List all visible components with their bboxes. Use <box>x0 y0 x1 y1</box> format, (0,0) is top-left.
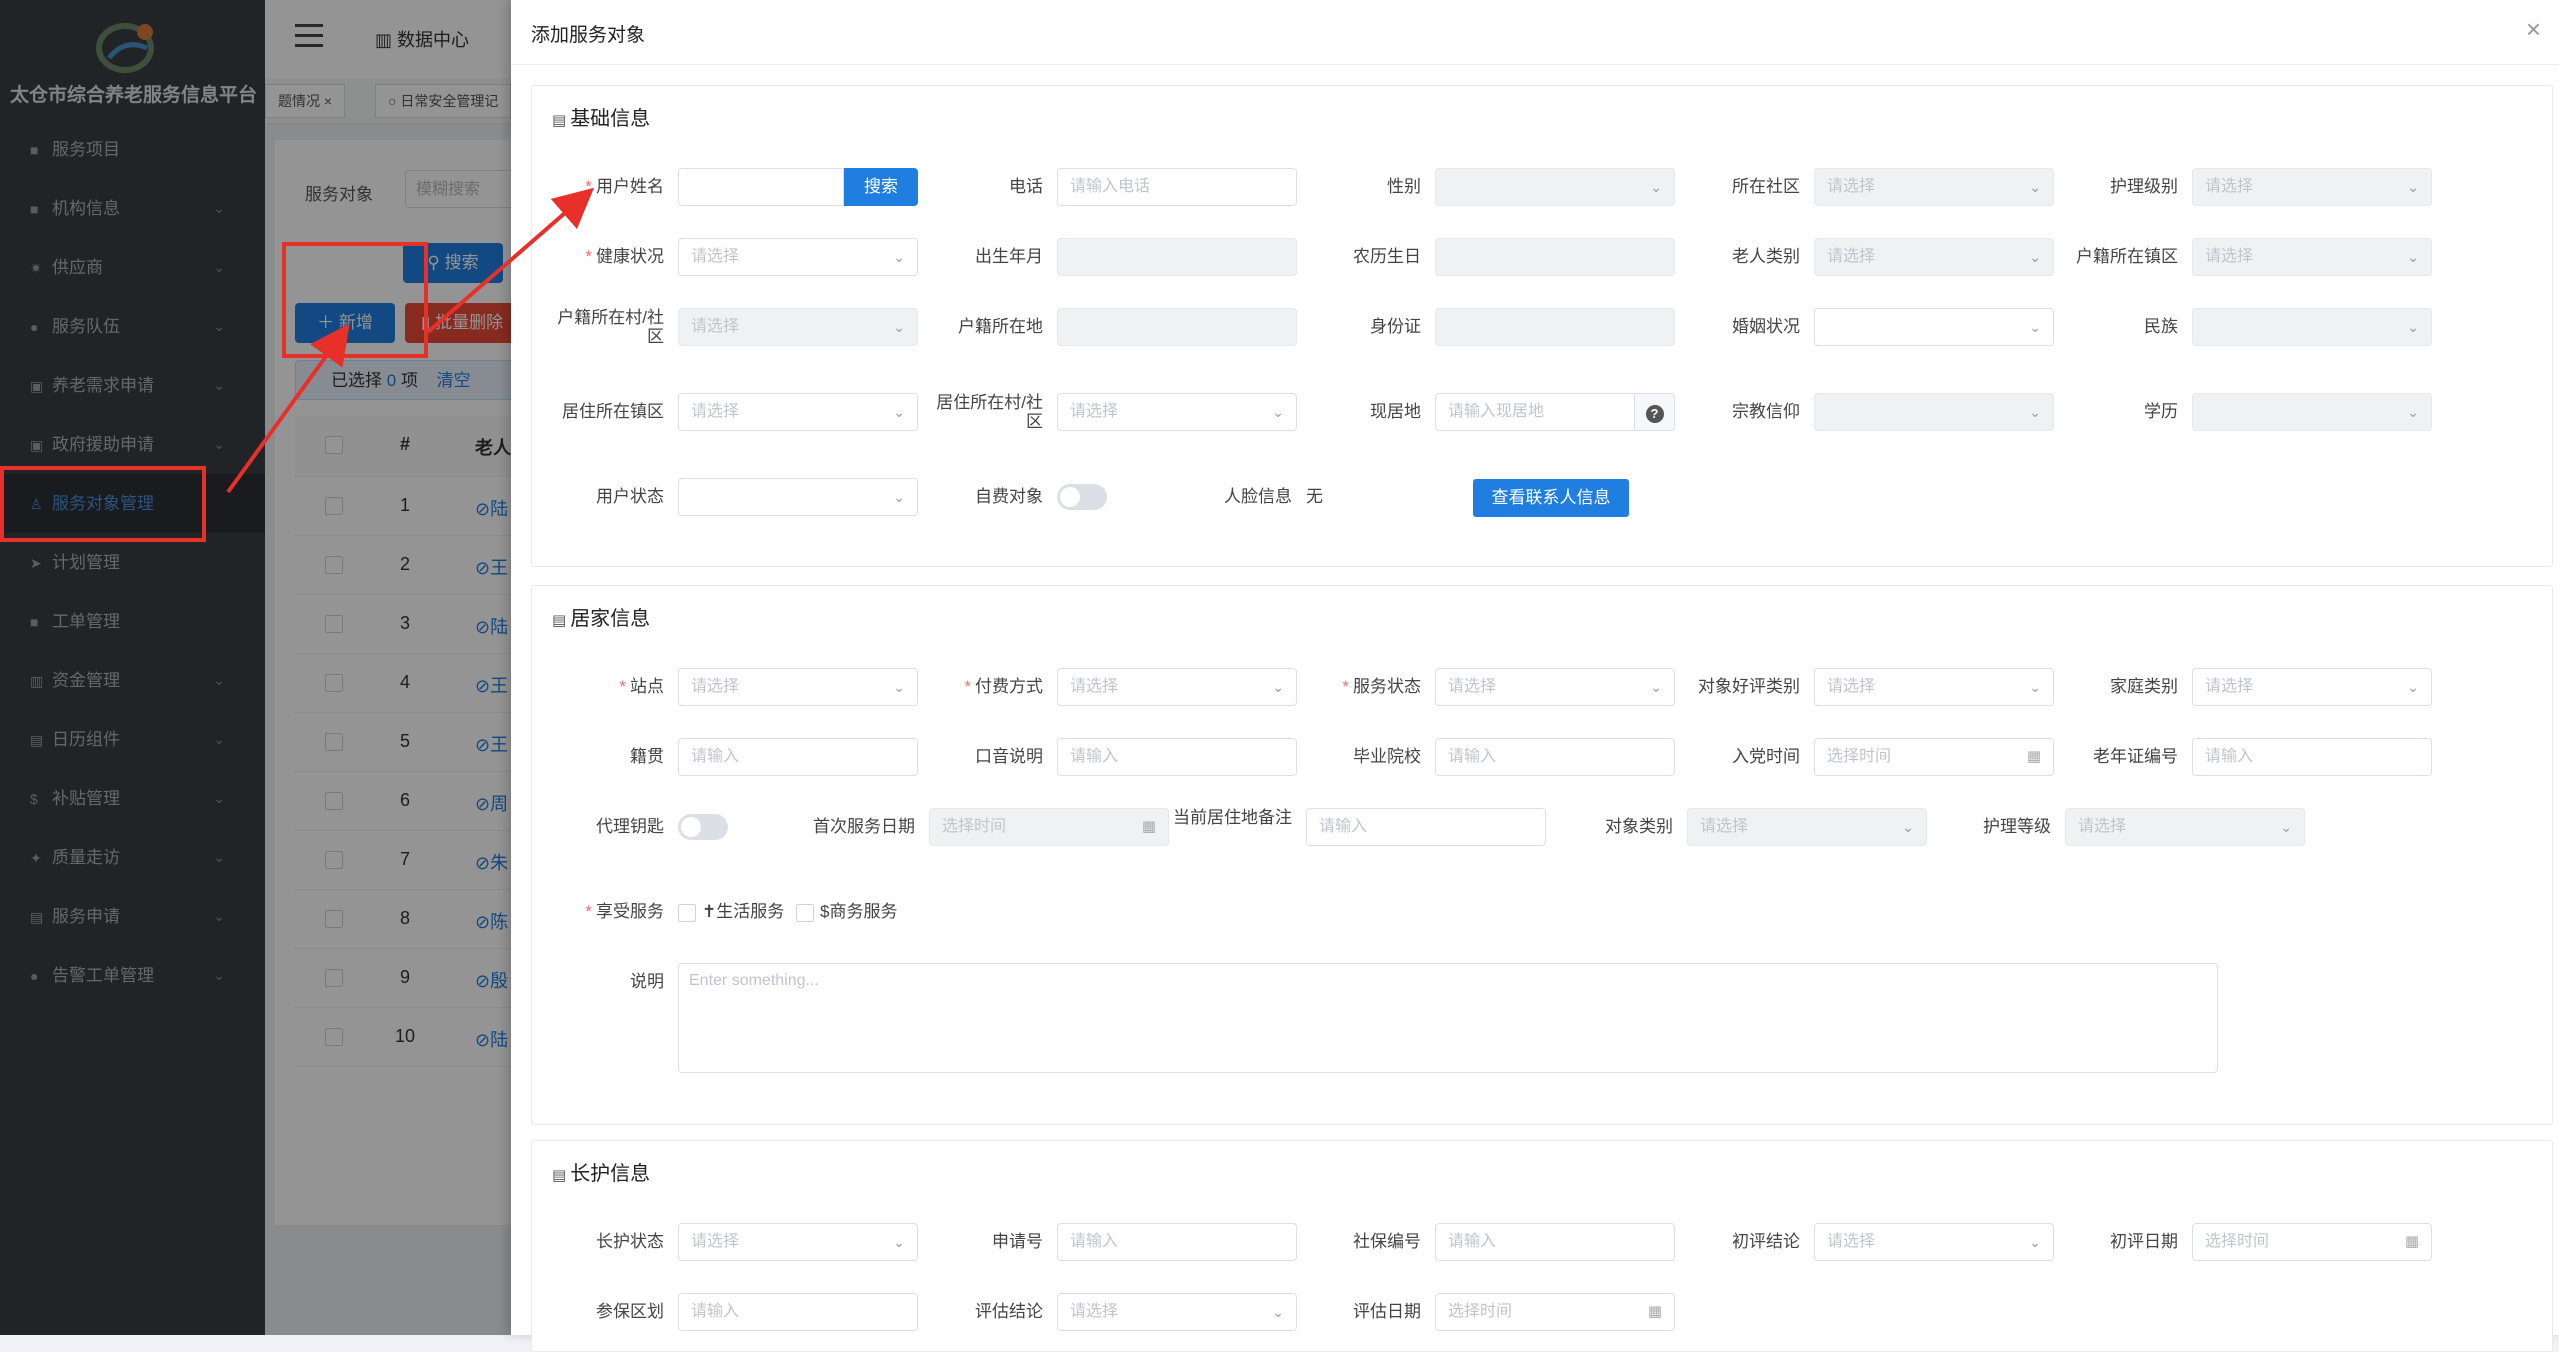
phone-input[interactable]: 请输入电话 <box>1057 168 1297 206</box>
lunar-birthday-input[interactable] <box>1435 238 1675 276</box>
ltc-status-select[interactable]: 请选择 ⌄ <box>678 1223 918 1261</box>
home-info-card: ▤ 居家信息 * 站点 请选择 ⌄ * 付费方式 请选择 ⌄ * 服务状态 请选择 ⌄ 对象好… <box>531 585 2553 1125</box>
hukou-town-select[interactable]: 请选择 ⌄ <box>2192 238 2432 276</box>
chevron-down-icon: ⌄ <box>2029 249 2041 265</box>
calendar-icon: ▦ <box>2404 1233 2419 1250</box>
chevron-down-icon: ⌄ <box>893 679 905 695</box>
gender-select[interactable]: ⌄ <box>1435 168 1675 206</box>
highlight-box-sidebar <box>0 466 206 542</box>
res-village-select[interactable]: 请选择 ⌄ <box>1057 393 1297 431</box>
chevron-down-icon: ⌄ <box>2407 179 2419 195</box>
card-icon: ▤ <box>552 112 567 129</box>
first-service-date-picker[interactable]: 选择时间 ▦ <box>929 808 1169 846</box>
chevron-down-icon: ⌄ <box>1902 819 1914 835</box>
elder-type-select[interactable]: 请选择 ⌄ <box>1814 238 2054 276</box>
ssn-input[interactable]: 请输入 <box>1435 1223 1675 1261</box>
care-grade-select[interactable]: 请选择 ⌄ <box>2065 808 2305 846</box>
cross-icon: ✝ <box>702 902 717 921</box>
chevron-down-icon: ⌄ <box>2029 404 2041 420</box>
chevron-down-icon: ⌄ <box>2280 819 2292 835</box>
chevron-down-icon: ⌄ <box>2029 679 2041 695</box>
eval-date-picker[interactable]: 选择时间 ▦ <box>1435 1293 1675 1331</box>
res-town-select[interactable]: 请选择 ⌄ <box>678 393 918 431</box>
accent-input[interactable]: 请输入 <box>1057 738 1297 776</box>
native-place-input[interactable]: 请输入 <box>678 738 918 776</box>
health-select[interactable]: 请选择 ⌄ <box>678 238 918 276</box>
initial-conclusion-select[interactable]: 请选择 ⌄ <box>1814 1223 2054 1261</box>
school-input[interactable]: 请输入 <box>1435 738 1675 776</box>
chevron-down-icon: ⌄ <box>2029 1234 2041 1250</box>
chevron-down-icon: ⌄ <box>1272 679 1284 695</box>
religion-select[interactable]: ⌄ <box>1814 393 2054 431</box>
apply-no-input[interactable]: 请输入 <box>1057 1223 1297 1261</box>
hukou-village-select[interactable]: 请选择 ⌄ <box>678 308 918 346</box>
chevron-down-icon: ⌄ <box>893 404 905 420</box>
user-status-select[interactable]: ⌄ <box>678 478 918 516</box>
chevron-down-icon: ⌄ <box>1650 679 1662 695</box>
chevron-down-icon: ⌄ <box>1272 1304 1284 1320</box>
business-service-checkbox[interactable]: $商务服务 <box>796 893 897 931</box>
marital-select[interactable]: ⌄ <box>1814 308 2054 346</box>
pay-method-select[interactable]: 请选择 ⌄ <box>1057 668 1297 706</box>
card-icon: ▤ <box>552 1167 567 1184</box>
username-search-button[interactable]: 搜索 <box>844 168 918 206</box>
chevron-down-icon: ⌄ <box>2407 404 2419 420</box>
chevron-down-icon: ⌄ <box>893 249 905 265</box>
username-input[interactable] <box>678 168 844 206</box>
hukou-addr-input[interactable] <box>1057 308 1297 346</box>
chevron-down-icon: ⌄ <box>2407 319 2419 335</box>
chevron-down-icon: ⌄ <box>2407 249 2419 265</box>
calendar-icon: ▦ <box>1647 1303 1662 1320</box>
birth-input[interactable] <box>1057 238 1297 276</box>
chevron-down-icon: ⌄ <box>2029 319 2041 335</box>
elder-card-input[interactable]: 请输入 <box>2192 738 2432 776</box>
community-select[interactable]: 请选择 ⌄ <box>1814 168 2054 206</box>
chevron-down-icon: ⌄ <box>1272 404 1284 420</box>
close-icon[interactable]: × <box>2526 14 2541 45</box>
help-icon[interactable]: ? <box>1635 393 1675 431</box>
party-date-picker[interactable]: 选择时间 ▦ <box>1814 738 2054 776</box>
eval-type-select[interactable]: 请选择 ⌄ <box>1814 668 2054 706</box>
proxy-key-toggle[interactable] <box>678 814 728 840</box>
chevron-down-icon: ⌄ <box>2029 179 2041 195</box>
highlight-box-add <box>282 242 428 358</box>
ethnic-select[interactable]: ⌄ <box>2192 308 2432 346</box>
home-info-title: ▤ 居家信息 <box>552 608 651 630</box>
chevron-down-icon: ⌄ <box>1650 179 1662 195</box>
add-service-object-drawer: 添加服务对象 × TCeOn-管理员2TCeOn-管理员2TCeOn-管理员2T… <box>511 0 2559 1352</box>
chevron-down-icon: ⌄ <box>893 319 905 335</box>
eval-conclusion-select[interactable]: 请选择 ⌄ <box>1057 1293 1297 1331</box>
view-contacts-button[interactable]: 查看联系人信息 <box>1473 479 1629 517</box>
chevron-down-icon: ⌄ <box>893 1234 905 1250</box>
basic-info-title: ▤ 基础信息 <box>552 108 651 130</box>
cur-res-note-input[interactable]: 请输入 <box>1306 808 1546 846</box>
chevron-down-icon: ⌄ <box>893 489 905 505</box>
object-type-select[interactable]: 请选择 ⌄ <box>1687 808 1927 846</box>
service-status-select[interactable]: 请选择 ⌄ <box>1435 668 1675 706</box>
initial-date-picker[interactable]: 选择时间 ▦ <box>2192 1223 2432 1261</box>
note-textarea[interactable]: Enter something... <box>678 963 2218 1073</box>
basic-info-card: ▤ 基础信息 * 用户姓名 搜索 电话 请输入电话 性别 ⌄ 所在社区 请选择 ⌄ 护… <box>531 85 2553 567</box>
card-icon: ▤ <box>552 612 567 629</box>
calendar-icon: ▦ <box>2026 748 2041 765</box>
education-select[interactable]: ⌄ <box>2192 393 2432 431</box>
ltc-info-card: ▤ 长护信息 长护状态 请选择 ⌄ 申请号 请输入 社保编号 请输入 初评结论 请选… <box>531 1140 2553 1352</box>
drawer-header: 添加服务对象 × <box>511 0 2559 65</box>
station-select[interactable]: 请选择 ⌄ <box>678 668 918 706</box>
insured-area-input[interactable]: 请输入 <box>678 1293 918 1331</box>
idcard-input[interactable] <box>1435 308 1675 346</box>
drawer-title: 添加服务对象 <box>531 25 646 46</box>
chevron-down-icon: ⌄ <box>2407 679 2419 695</box>
care-level-select[interactable]: 请选择 ⌄ <box>2192 168 2432 206</box>
life-service-checkbox[interactable]: ✝生活服务 <box>678 893 784 931</box>
ltc-info-title: ▤ 长护信息 <box>552 1163 651 1185</box>
cur-addr-input[interactable]: 请输入现居地 <box>1435 393 1635 431</box>
face-info-value: 无 <box>1306 487 1323 506</box>
selfpay-toggle[interactable] <box>1057 484 1107 510</box>
calendar-icon: ▦ <box>1141 818 1156 835</box>
family-type-select[interactable]: 请选择 ⌄ <box>2192 668 2432 706</box>
